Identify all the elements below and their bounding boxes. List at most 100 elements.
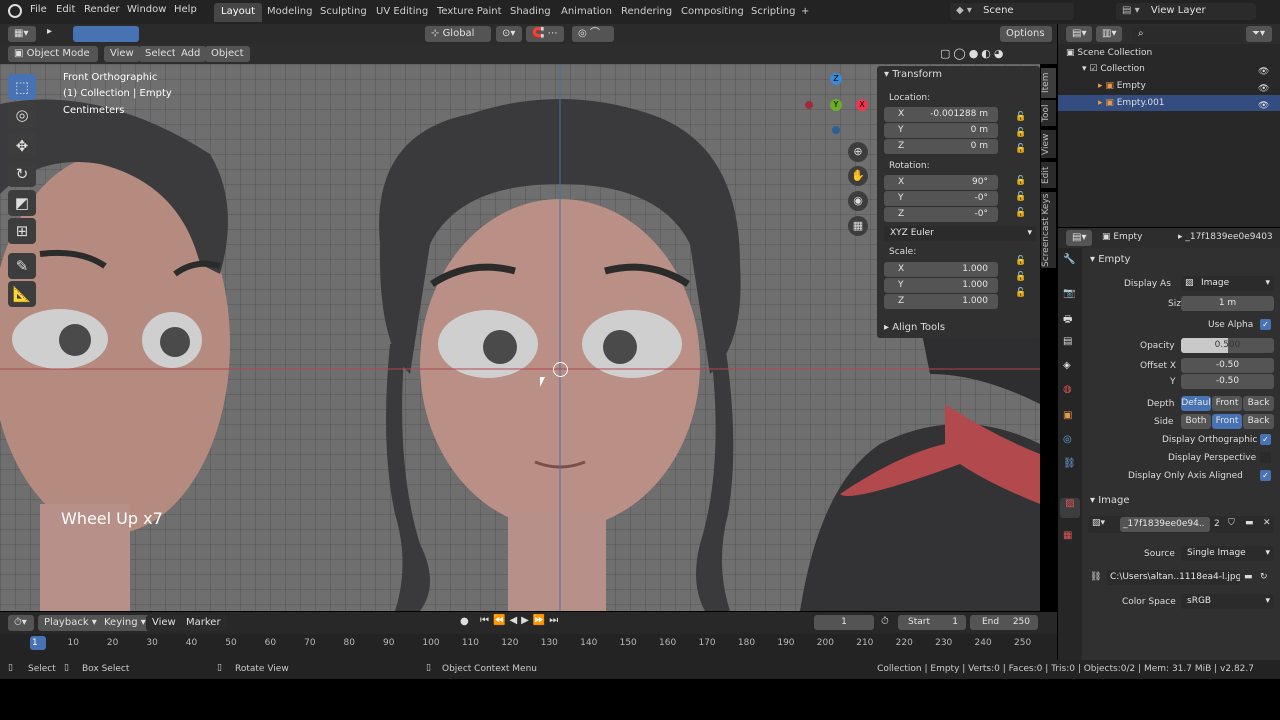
opacity-slider[interactable]: 0.500: [1181, 338, 1274, 353]
measure-tool[interactable]: 📐: [8, 281, 36, 307]
camera-view-icon[interactable]: ◉: [848, 191, 868, 211]
empty-section-header[interactable]: ▾ Empty: [1090, 254, 1130, 265]
menu-edit[interactable]: Edit: [56, 4, 75, 15]
scene-selector[interactable]: ◆ ▾ Scene: [950, 3, 1074, 20]
depth-back-option[interactable]: Back: [1243, 396, 1274, 411]
reload-icon[interactable]: ↻: [1260, 572, 1268, 582]
outliner-item-empty001[interactable]: [1058, 95, 1280, 111]
tab-uv-editing[interactable]: UV Editing: [369, 3, 435, 22]
proportional-edit-icon[interactable]: ◎ ⌒: [572, 26, 614, 42]
tab-sculpting[interactable]: Sculpting: [313, 3, 374, 22]
ortho-grid-icon[interactable]: ▦: [848, 216, 868, 236]
image-users-count[interactable]: 2: [1214, 519, 1220, 529]
color-space-select[interactable]: sRGB ▾: [1181, 594, 1274, 609]
sidebar-tab-item[interactable]: Item: [1041, 68, 1056, 98]
end-frame-field[interactable]: End 250: [970, 615, 1038, 630]
tool-tab-icon[interactable]: 🔧: [1063, 254, 1075, 265]
object-mode-selector[interactable]: ▣ Object Mode: [8, 46, 98, 62]
side-both-option[interactable]: Both: [1181, 414, 1211, 429]
link-icon[interactable]: ⛓: [1090, 572, 1101, 582]
move-tool[interactable]: ✥: [8, 133, 36, 159]
menu-view[interactable]: View: [104, 46, 140, 62]
output-tab-icon[interactable]: 🖶: [1063, 312, 1072, 329]
location-x-field[interactable]: X -0.001288 m: [884, 107, 998, 122]
snap-icon[interactable]: 🧲 ⋯: [526, 26, 564, 42]
rotation-z-field[interactable]: Z -0°: [884, 207, 998, 222]
physics-tab-icon[interactable]: ◎: [1063, 434, 1072, 445]
stopwatch-icon[interactable]: ⏱: [881, 616, 889, 627]
gizmo-neg-x-icon[interactable]: [805, 101, 813, 109]
texture-tab-icon[interactable]: ▦: [1063, 530, 1072, 541]
align-tools-header[interactable]: ▸ Align Tools: [884, 322, 945, 333]
menu-help[interactable]: Help: [174, 4, 197, 15]
timeline-editor-icon[interactable]: ⏱▾: [8, 615, 34, 631]
source-select[interactable]: Single Image ▾: [1181, 546, 1274, 561]
open-folder-icon[interactable]: ▬: [1245, 518, 1254, 528]
select-tool-icon[interactable]: ▸: [47, 26, 61, 42]
tab-layout[interactable]: Layout: [214, 3, 262, 22]
image-browse-icon[interactable]: ▨▾: [1092, 518, 1105, 528]
display-mode-icon[interactable]: ▥▾: [1096, 26, 1122, 42]
offset-x-field[interactable]: -0.50: [1181, 358, 1274, 373]
display-perspective-checkbox[interactable]: [1260, 452, 1271, 463]
add-workspace-button[interactable]: +: [794, 3, 816, 22]
selection-mode-icons[interactable]: [73, 26, 139, 42]
visibility-eye-icons[interactable]: 👁 👁 👁: [1258, 64, 1269, 115]
gizmo-neg-z-icon[interactable]: [832, 126, 840, 134]
display-orthographic-checkbox[interactable]: ✓: [1260, 434, 1271, 445]
filter-icon[interactable]: ⏷▾: [1246, 26, 1272, 42]
outliner-editor-icon[interactable]: ▤▾: [1066, 26, 1092, 42]
use-alpha-checkbox[interactable]: ✓: [1260, 319, 1271, 330]
cursor-tool[interactable]: ◎: [8, 102, 36, 128]
transform-orientation-selector[interactable]: ⊹ Global: [425, 26, 491, 42]
outliner-item-empty[interactable]: ▸ ▣ Empty: [1098, 81, 1146, 91]
playback-menu[interactable]: Playback ▾: [38, 615, 103, 631]
select-box-tool[interactable]: ⬚: [8, 74, 36, 100]
side-back-option[interactable]: Back: [1243, 414, 1274, 429]
size-field[interactable]: 1 m: [1181, 296, 1274, 311]
zoom-icon[interactable]: ⊕: [848, 142, 868, 162]
view-layer-tab-icon[interactable]: ▤: [1063, 336, 1072, 347]
render-tab-icon[interactable]: 📷: [1063, 288, 1075, 299]
side-front-option[interactable]: Front: [1212, 414, 1242, 429]
keying-menu[interactable]: Keying ▾: [98, 615, 152, 631]
depth-front-option[interactable]: Front: [1212, 396, 1242, 411]
collection-row[interactable]: ▾ ☑ Collection: [1082, 64, 1145, 74]
display-as-select[interactable]: ▨ Image ▾: [1181, 276, 1274, 291]
editor-type-button[interactable]: ▦▾: [8, 26, 36, 42]
scene-tab-icon[interactable]: ◈: [1063, 360, 1071, 371]
menu-add[interactable]: Add: [175, 46, 207, 62]
menu-render[interactable]: Render: [84, 4, 120, 15]
scale-x-field[interactable]: X 1.000: [884, 262, 998, 277]
scale-tool[interactable]: ◩: [8, 190, 36, 216]
view-layer-selector[interactable]: ▤ ▾ View Layer: [1116, 3, 1256, 20]
transform-header[interactable]: ▾ Transform: [884, 69, 942, 80]
image-datablock[interactable]: ▨▾ _17f1839ee0e94.. 2 ⛉ ▬ ✕: [1088, 516, 1274, 533]
rotation-mode-select[interactable]: XYZ Euler ▾: [884, 226, 1036, 241]
tab-modeling[interactable]: Modeling: [260, 3, 320, 22]
current-frame-field[interactable]: 1: [814, 615, 874, 630]
menu-object[interactable]: Object: [205, 46, 250, 62]
sidebar-tab-screencast-keys[interactable]: Screencast Keys: [1041, 192, 1056, 268]
object-tab-icon[interactable]: ▣: [1063, 410, 1072, 421]
location-y-field[interactable]: Y 0 m: [884, 123, 998, 138]
fake-user-shield-icon[interactable]: ⛉: [1228, 518, 1235, 528]
tab-animation[interactable]: Animation: [554, 3, 619, 22]
start-frame-field[interactable]: Start 1: [898, 615, 966, 630]
constraints-tab-icon[interactable]: ⛓: [1063, 458, 1076, 469]
menu-window[interactable]: Window: [127, 4, 166, 15]
annotate-tool[interactable]: ✎: [8, 253, 36, 279]
gizmo-z-icon[interactable]: Z: [830, 73, 842, 85]
rotation-y-field[interactable]: Y -0°: [884, 191, 998, 206]
shading-icons[interactable]: ▢◯●◐◕: [940, 47, 1007, 60]
timeline-view-menu[interactable]: View: [146, 615, 182, 631]
navigation-gizmo[interactable]: Z Y X: [800, 69, 870, 139]
tab-compositing[interactable]: Compositing: [674, 3, 751, 22]
image-section-header[interactable]: ▾ Image: [1090, 495, 1130, 506]
filepath-field[interactable]: C:\Users\altan..1118ea4-l.jpg: [1106, 570, 1240, 585]
timeline-marker-menu[interactable]: Marker: [180, 615, 227, 631]
playback-controls[interactable]: ⏮⏪◀▶⏩⏭: [480, 615, 562, 626]
rotate-tool[interactable]: ↻: [8, 161, 36, 187]
location-z-field[interactable]: Z 0 m: [884, 139, 998, 154]
scale-z-field[interactable]: Z 1.000: [884, 294, 998, 309]
